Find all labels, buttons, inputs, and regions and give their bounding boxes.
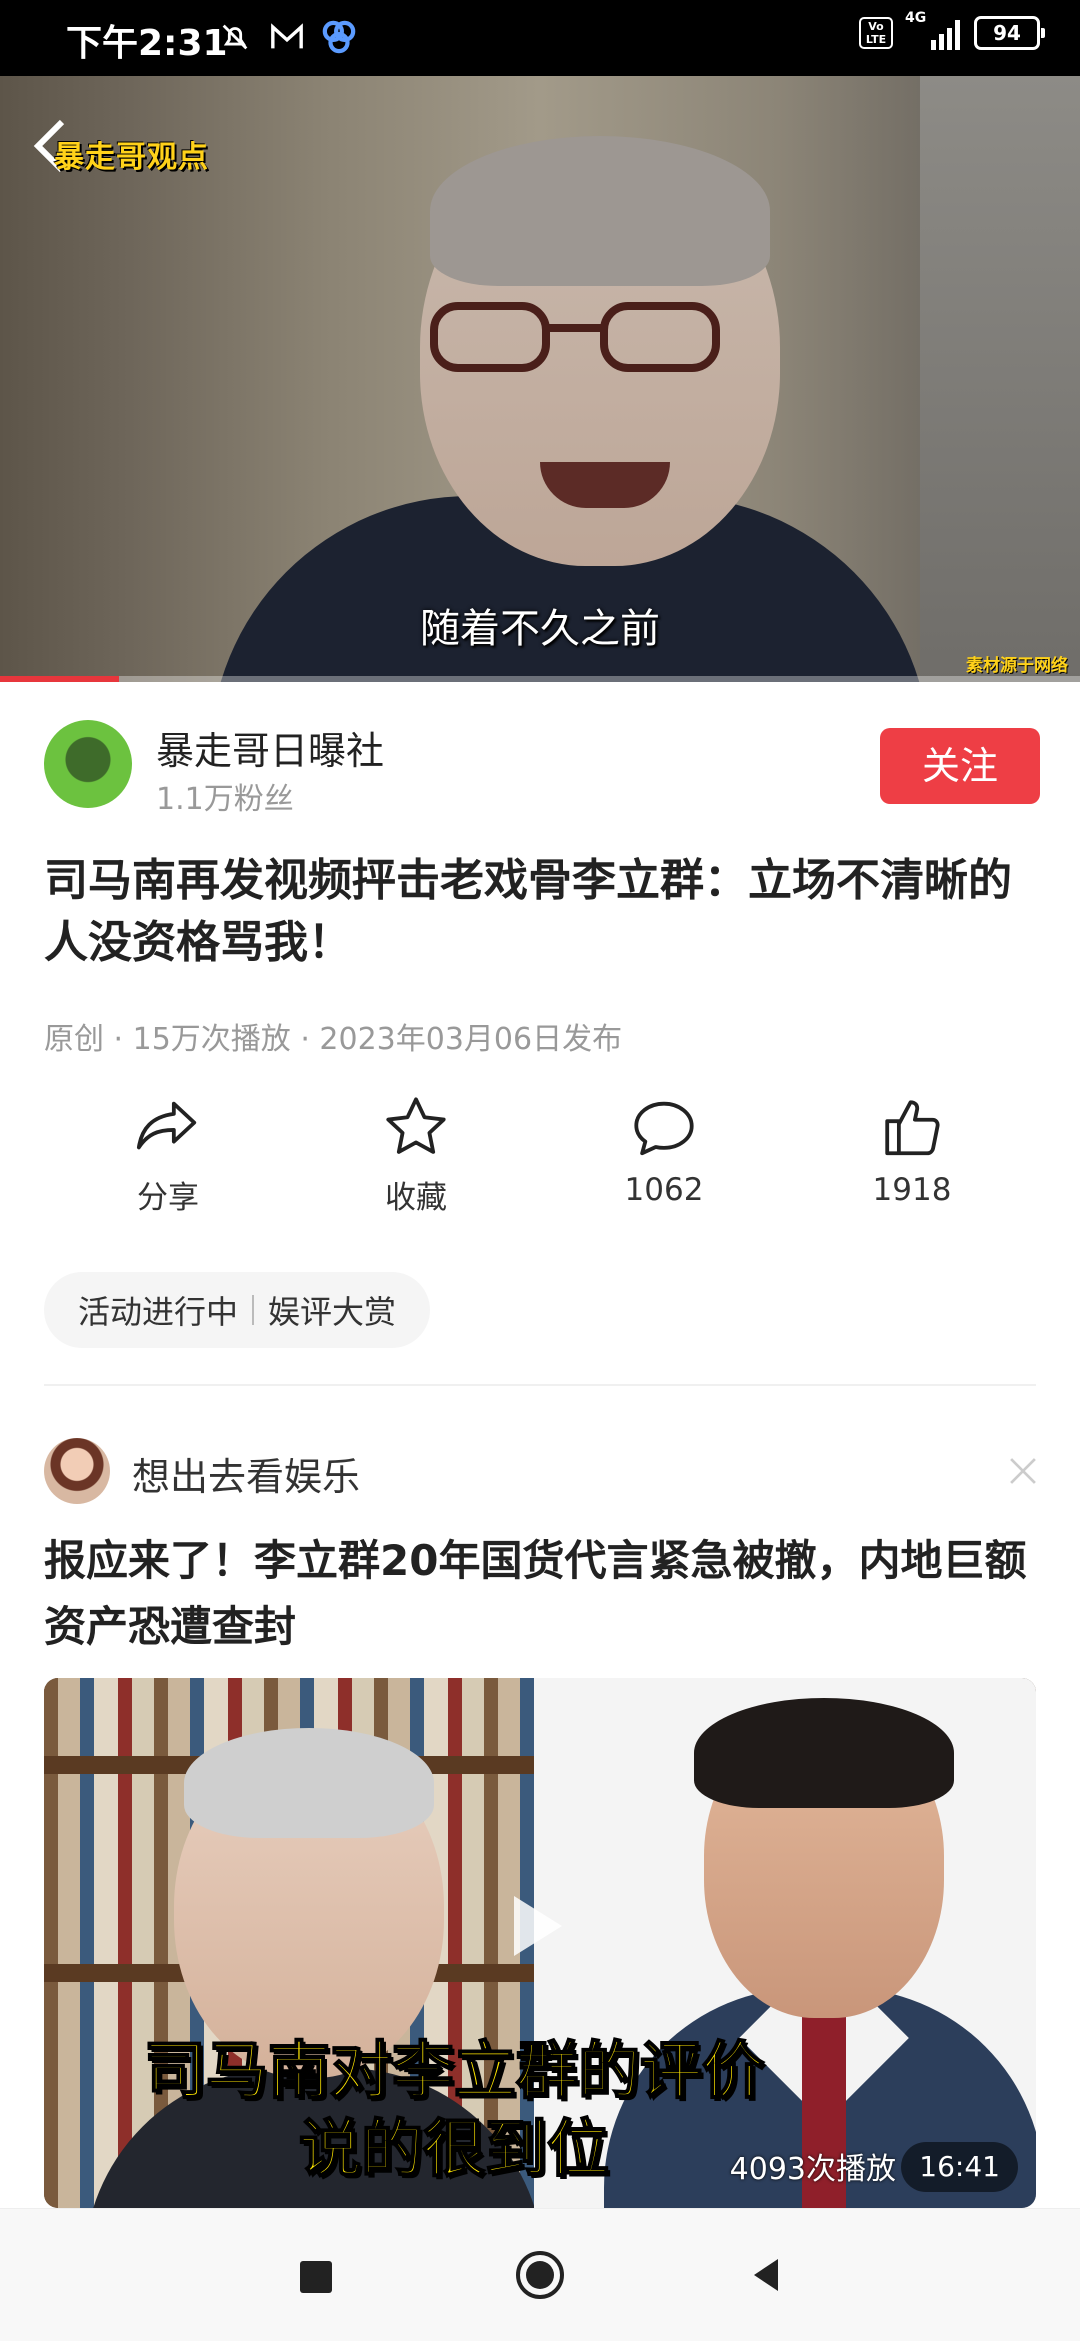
recommendation-author-avatar[interactable]	[44, 1438, 110, 1504]
video-progress-bar[interactable]	[0, 676, 1080, 682]
author-name[interactable]: 暴走哥日曝社	[156, 720, 384, 775]
activity-name: 娱评大赏	[268, 1293, 397, 1331]
recommendation-title[interactable]: 报应来了！李立群20年国货代言紧急被撤，内地巨额资产恐遭查封	[44, 1528, 1040, 1660]
video-credit: 素材源于网络	[966, 656, 1068, 676]
channel-watermark: 暴走哥观点	[54, 140, 209, 175]
section-divider	[44, 1384, 1036, 1386]
back-triangle-icon[interactable]	[744, 2253, 788, 2297]
network-type: 4G	[905, 10, 927, 26]
system-nav-bar	[0, 2208, 1080, 2341]
favorite-button[interactable]: 收藏	[316, 1092, 516, 1217]
comment-button[interactable]: 1062	[564, 1092, 764, 1208]
recommendation-author-name[interactable]: 想出去看娱乐	[132, 1446, 360, 1501]
mail-icon	[268, 18, 306, 56]
share-label: 分享	[137, 1180, 199, 1216]
recommendation-thumbnail[interactable]: 司马南对李立群的评价 说的很到位 4093次播放 16:41	[44, 1678, 1036, 2208]
home-icon[interactable]	[514, 2249, 566, 2301]
action-bar: 分享 收藏 1062 1918	[0, 1092, 1080, 1222]
video-progress-fill	[0, 676, 119, 682]
star-icon	[386, 1097, 446, 1154]
article-title: 司马南再发视频抨击老戏骨李立群：立场不清晰的人没资格骂我！	[44, 855, 1012, 968]
author-fans-count: 1.1万粉丝	[156, 782, 294, 817]
app-notification-icon	[320, 18, 358, 56]
thumbnail-caption-line1: 司马南对李立群的评价	[143, 2033, 765, 2108]
status-icons-left	[216, 18, 358, 56]
share-icon	[136, 1101, 197, 1150]
author-avatar[interactable]	[44, 720, 132, 808]
recommendation-header: 想出去看娱乐	[44, 1438, 1040, 1504]
author-row: 暴走哥日曝社 1.1万粉丝 关注	[44, 720, 1040, 817]
close-icon[interactable]	[1006, 1454, 1040, 1488]
activity-tag[interactable]: 活动进行中 娱评大赏	[44, 1272, 431, 1348]
signal-icon: 4G	[905, 10, 960, 50]
like-count: 1918	[872, 1172, 952, 1208]
favorite-label: 收藏	[385, 1180, 447, 1216]
share-button[interactable]: 分享	[68, 1092, 268, 1217]
follow-button[interactable]: 关注	[880, 728, 1040, 804]
battery-indicator: 94	[974, 16, 1045, 50]
status-time: 下午2:31	[66, 23, 228, 64]
thumbs-up-icon	[885, 1100, 940, 1156]
activity-separator	[252, 1295, 255, 1325]
status-bar: 下午2:31 Vo LTE 4G 94	[0, 0, 1080, 76]
comment-count: 1062	[624, 1172, 704, 1208]
volte-badge: Vo LTE	[859, 17, 893, 49]
like-button[interactable]: 1918	[812, 1092, 1012, 1208]
status-icons-right: Vo LTE 4G 94	[859, 10, 1045, 50]
comment-icon	[634, 1101, 694, 1156]
article-meta: 原创 · 15万次播放 · 2023年03月06日发布	[44, 1022, 623, 1057]
video-subtitle: 随着不久之前	[420, 606, 660, 652]
activity-status: 活动进行中	[78, 1293, 239, 1331]
thumbnail-play-count: 4093次播放	[729, 2152, 896, 2187]
video-player[interactable]: 暴走哥观点 随着不久之前 素材源于网络	[0, 76, 1080, 682]
recent-apps-icon[interactable]	[300, 2261, 332, 2293]
play-icon[interactable]	[514, 1896, 562, 1956]
thumbnail-duration: 16:41	[901, 2142, 1018, 2192]
bell-muted-icon	[216, 18, 254, 56]
